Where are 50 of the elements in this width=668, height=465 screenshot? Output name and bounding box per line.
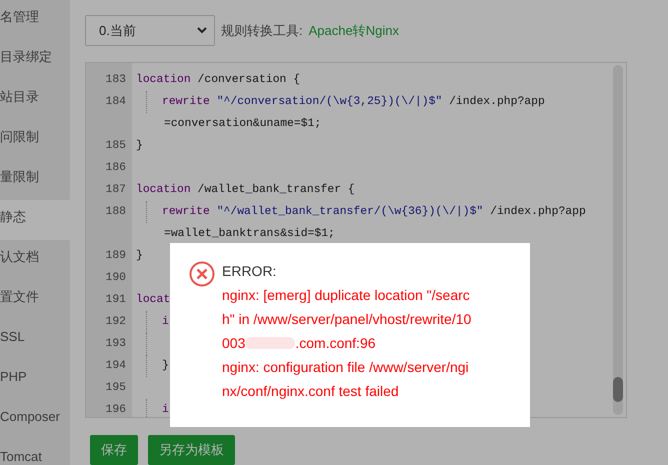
redaction-mark <box>245 337 296 349</box>
line-number: 193 <box>104 336 126 352</box>
code-token: rewrite <box>162 94 210 110</box>
line-number: 186 <box>104 160 126 176</box>
code-token: /index.php?app <box>448 94 545 110</box>
error-message: nginx: [emerg] duplicate location "/searc <box>222 286 471 305</box>
line-number: 183 <box>104 72 126 88</box>
code-token: "^/conversation/(\w{3,25})(\/|)$" <box>216 94 442 110</box>
line-number: 192 <box>104 314 126 330</box>
error-message: h" in /www/server/panel/vhost/rewrite/10 <box>222 310 472 329</box>
error-icon <box>189 261 215 287</box>
code-token: /wallet_bank_transfer { <box>196 182 355 198</box>
line-number: 190 <box>104 270 126 286</box>
code-token: rewrite <box>162 204 210 220</box>
code-token: "^/wallet_bank_transfer/(\w{36})(\/|)$" <box>216 204 484 220</box>
code-token: location <box>136 182 191 198</box>
code-token: =wallet_banktrans&sid=$1; <box>164 226 335 242</box>
line-number: 188 <box>104 204 126 220</box>
line-number: 196 <box>104 402 126 417</box>
sidebar-item[interactable]: 静态 <box>0 200 70 240</box>
code-token: } <box>136 248 143 264</box>
code-token: locat <box>136 292 170 308</box>
code-token: /index.php?app <box>489 204 586 220</box>
code-token: } <box>136 138 143 154</box>
scrollbar-thumb[interactable] <box>613 376 623 402</box>
chevron-down-icon <box>197 27 207 34</box>
action-button[interactable]: 保存 <box>90 435 138 465</box>
code-token: i <box>162 402 169 417</box>
error-message: 003 <box>222 334 246 353</box>
code-token: } <box>162 358 169 374</box>
line-number: 189 <box>104 248 126 264</box>
converter-link[interactable]: Apache转Nginx <box>308 22 399 40</box>
code-token: location <box>136 72 191 88</box>
error-message: nx/conf/nginx.conf test failed <box>222 382 400 401</box>
error-title: ERROR: <box>222 262 278 281</box>
code-token: =conversation&uname=$1; <box>164 116 322 132</box>
version-select[interactable]: 0.当前 <box>85 15 215 46</box>
code-editor[interactable] <box>85 62 627 418</box>
line-number: 184 <box>104 94 126 110</box>
line-number: 185 <box>104 138 126 154</box>
action-button[interactable]: 另存为模板 <box>148 435 235 465</box>
converter-label: 规则转换工具: <box>221 22 303 40</box>
error-message: nginx: configuration file /www/server/ngi <box>222 358 470 377</box>
line-number: 195 <box>104 380 126 396</box>
line-number: 187 <box>104 182 126 198</box>
code-token: /conversation { <box>196 72 300 88</box>
code-token: i <box>162 314 169 330</box>
error-message: .com.conf:96 <box>295 334 376 353</box>
line-number: 194 <box>104 358 126 374</box>
line-number: 191 <box>104 292 126 308</box>
